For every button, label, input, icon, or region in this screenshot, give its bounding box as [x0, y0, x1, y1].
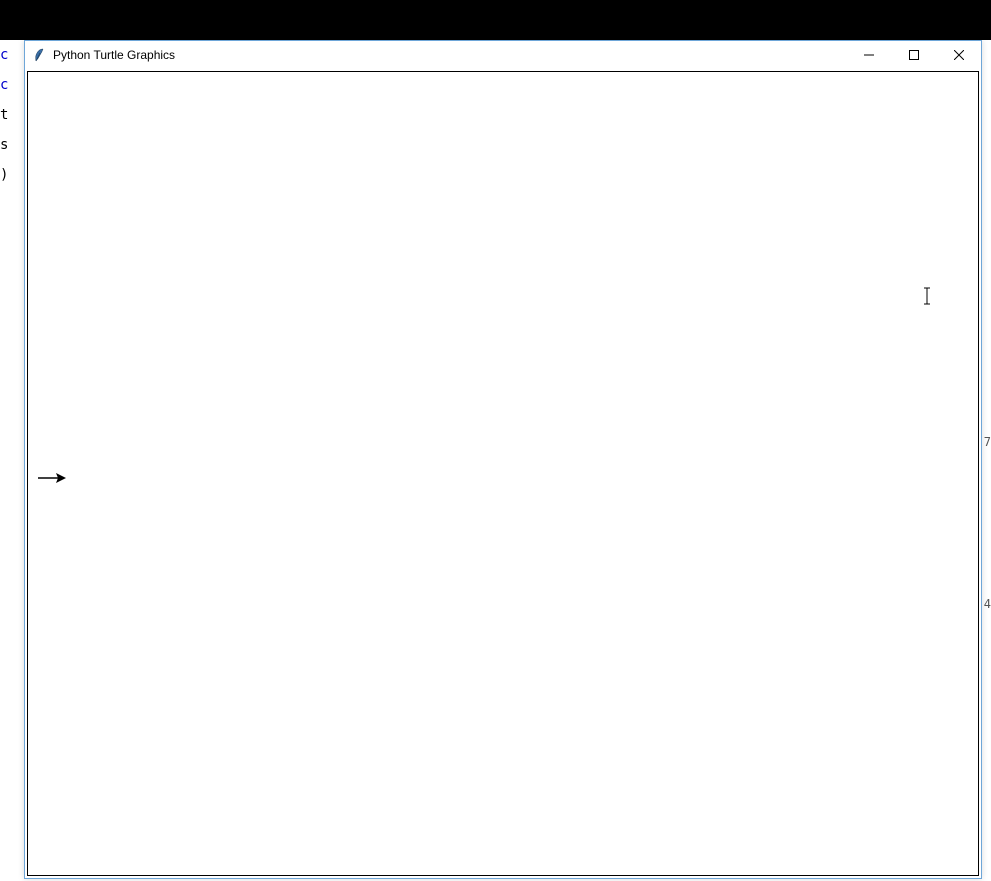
window-titlebar[interactable]: Python Turtle Graphics — [25, 41, 981, 69]
minimize-button[interactable] — [846, 41, 891, 69]
close-button[interactable] — [936, 41, 981, 69]
maximize-icon — [909, 50, 919, 60]
turtle-graphics-window: Python Turtle Graphics — [24, 40, 982, 879]
turtle-cursor-arrow-icon — [38, 472, 66, 487]
python-feather-icon — [33, 48, 47, 62]
window-title: Python Turtle Graphics — [53, 48, 175, 62]
window-controls — [846, 41, 981, 69]
background-left-code-fragment: c c t s ) — [0, 40, 24, 881]
turtle-canvas[interactable] — [27, 71, 979, 876]
maximize-button[interactable] — [891, 41, 936, 69]
text-caret-cursor-icon — [923, 287, 924, 303]
close-icon — [954, 50, 964, 60]
background-right-fragment: 7 4 — [983, 40, 991, 881]
minimize-icon — [864, 50, 874, 60]
